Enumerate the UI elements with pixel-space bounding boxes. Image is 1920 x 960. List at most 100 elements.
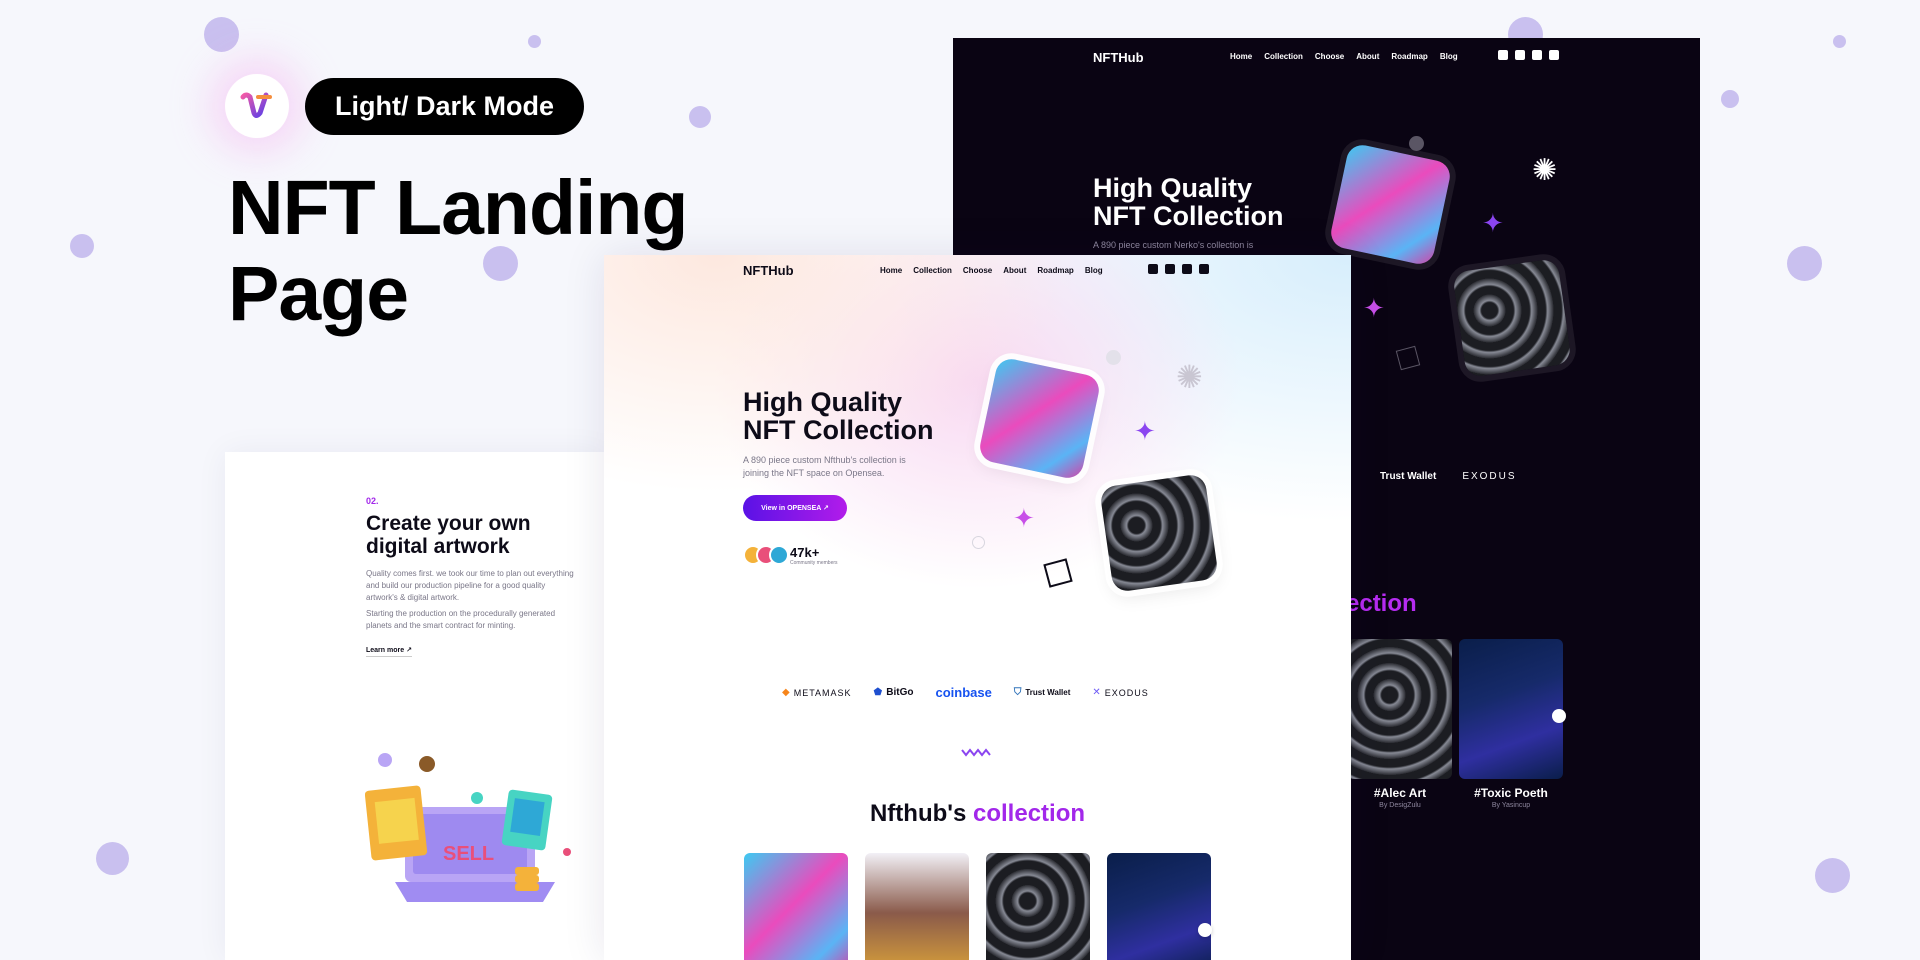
nft-card[interactable] [865,853,969,960]
decor-dot [1787,246,1822,281]
sparkle-icon: ✦ [1013,503,1035,533]
dark-social-links [1498,50,1559,60]
collection-title-prefix: Nfthub's [869,800,973,827]
nav-item-blog[interactable]: Blog [1085,266,1103,275]
dark-nav-item-blog[interactable]: Blog [1440,52,1458,61]
community-avatars [743,545,789,565]
shield-icon: ⬟ [873,687,883,698]
decor-sphere [1409,136,1424,151]
brand-logo [225,74,289,138]
learn-more-link[interactable]: Learn more ↗ [366,646,412,657]
light-nav-logo[interactable]: NFTHub [743,263,794,278]
view-in-opensea-button[interactable]: View in OPENSEA ↗ [743,495,847,521]
dark-nav-menu: Home Collection Choose About Roadmap Blo… [1230,52,1458,61]
community-stat-label: Community members [790,560,838,566]
collection-title: Nfthub's collection [604,800,1351,828]
nav-item-choose[interactable]: Choose [963,266,992,275]
feature-section-mockup: 02. Create your own digital artwork Qual… [225,452,605,960]
twitter-icon[interactable] [1498,50,1508,60]
coinbase-label: coinbase [935,685,992,700]
dark-hero-title-line2: NFT Collection [1093,201,1284,231]
dark-nft-card-alec[interactable] [1348,639,1452,779]
decor-dot [1833,35,1846,48]
nft-card[interactable] [744,853,848,960]
dark-nft-name: #Alec Art [1373,786,1427,800]
starburst-icon: ✺ [1176,359,1203,395]
feature-paragraph-2: Starting the production on the procedura… [366,609,556,630]
decor-dot [96,842,129,875]
dark-nav-item-choose[interactable]: Choose [1315,52,1344,61]
nav-item-about[interactable]: About [1003,266,1026,275]
instagram-icon[interactable] [1182,264,1192,274]
bitgo-label: BitGo [886,687,914,698]
dark-nft-author: By DesigZulu [1379,802,1421,809]
dark-nft-name: #Toxic Poeth [1474,786,1548,800]
collection-title-highlight: collection [973,800,1086,827]
trust-wallet-label: Trust Wallet [1025,688,1071,697]
hero-subtitle: A 890 piece custom Nfthub's collection i… [743,455,906,478]
avatar [769,545,789,565]
partner-logos: ◆ METAMASK ⬟ BitGo coinbase ⛉ Trust Wallet … [782,685,1182,700]
dark-nav-item-about[interactable]: About [1356,52,1379,61]
discord-icon[interactable] [1165,264,1175,274]
decor-dot [528,35,541,48]
decor-sphere [1106,350,1121,365]
dark-nav-item-home[interactable]: Home [1230,52,1252,61]
dark-nav-item-collection[interactable]: Collection [1264,52,1303,61]
decor-dot [1815,858,1850,893]
carousel-next-arrow[interactable] [1198,923,1212,937]
carousel-next-arrow[interactable] [1552,709,1566,723]
hero-title-line2: NFT Collection [743,415,934,445]
metamask-logo: ◆ METAMASK [782,687,852,698]
nav-item-home[interactable]: Home [880,266,902,275]
light-social-links [1148,264,1209,274]
dark-partner-logos: Trust Wallet EXODUS [1380,471,1517,482]
trust-wallet-logo: ⛉ Trust Wallet [1014,687,1071,698]
instagram-icon[interactable] [1532,50,1542,60]
light-nav-menu: Home Collection Choose About Roadmap Blo… [880,266,1103,275]
wave-divider-icon [961,748,991,757]
exodus-icon: ✕ [1092,687,1101,698]
sparkle-icon: ✦ [1363,293,1385,323]
nav-item-roadmap[interactable]: Roadmap [1037,266,1073,275]
exodus-label: EXODUS [1104,687,1149,698]
nft-card[interactable] [986,853,1090,960]
light-mode-mockup: NFTHub Home Collection Choose About Road… [604,255,1351,960]
dark-hero-title-line1: High Quality [1093,173,1253,203]
dark-nav-logo[interactable]: NFTHub [1093,50,1144,65]
twitter-icon[interactable] [1148,264,1158,274]
decor-cube [1395,345,1421,371]
trust-wallet-logo: Trust Wallet [1380,471,1437,482]
hero-title-line1: High Quality [743,387,903,417]
wallet-icon[interactable] [1199,264,1209,274]
sparkle-icon: ✦ [1134,416,1156,446]
shield-icon: ⛉ [1013,687,1022,698]
nft-art-marble [1099,473,1219,593]
dark-nav-item-roadmap[interactable]: Roadmap [1391,52,1427,61]
nft-marketplace-illustration: SELL [365,753,571,902]
nav-item-collection[interactable]: Collection [913,266,952,275]
decor-dot [689,106,711,128]
community-stat-value: 47k+ [790,545,820,560]
discord-icon[interactable] [1515,50,1525,60]
feature-title: Create your own digital artwork [366,512,531,558]
dark-nft-author: By Yasincup [1491,802,1531,809]
exodus-logo: ✕ EXODUS [1092,687,1148,698]
dark-hero-subtitle: A 890 piece custom Nerko's collection is [1093,240,1254,250]
hero-gradient-background [604,255,1351,675]
feature-paragraph-1: Quality comes first. we took our time to… [366,569,574,602]
dark-hero-title: High Quality NFT Collection [1093,174,1284,230]
page-title-line1: NFT Landing [228,165,688,251]
nft-card[interactable] [1107,853,1211,960]
starburst-icon: ✺ [1532,154,1558,187]
svg-text:SELL: SELL [443,843,494,865]
wallet-icon[interactable] [1549,50,1559,60]
dark-nft-card-toxic[interactable] [1459,639,1563,779]
decor-dot [1721,90,1739,108]
bitgo-logo: ⬟ BitGo [874,687,914,698]
fox-icon: ◆ [782,687,790,698]
metamask-label: METAMASK [793,687,852,698]
feature-number: 02. [366,496,379,506]
dark-nft-art-marble [1452,258,1572,378]
coinbase-logo: coinbase [935,685,991,700]
